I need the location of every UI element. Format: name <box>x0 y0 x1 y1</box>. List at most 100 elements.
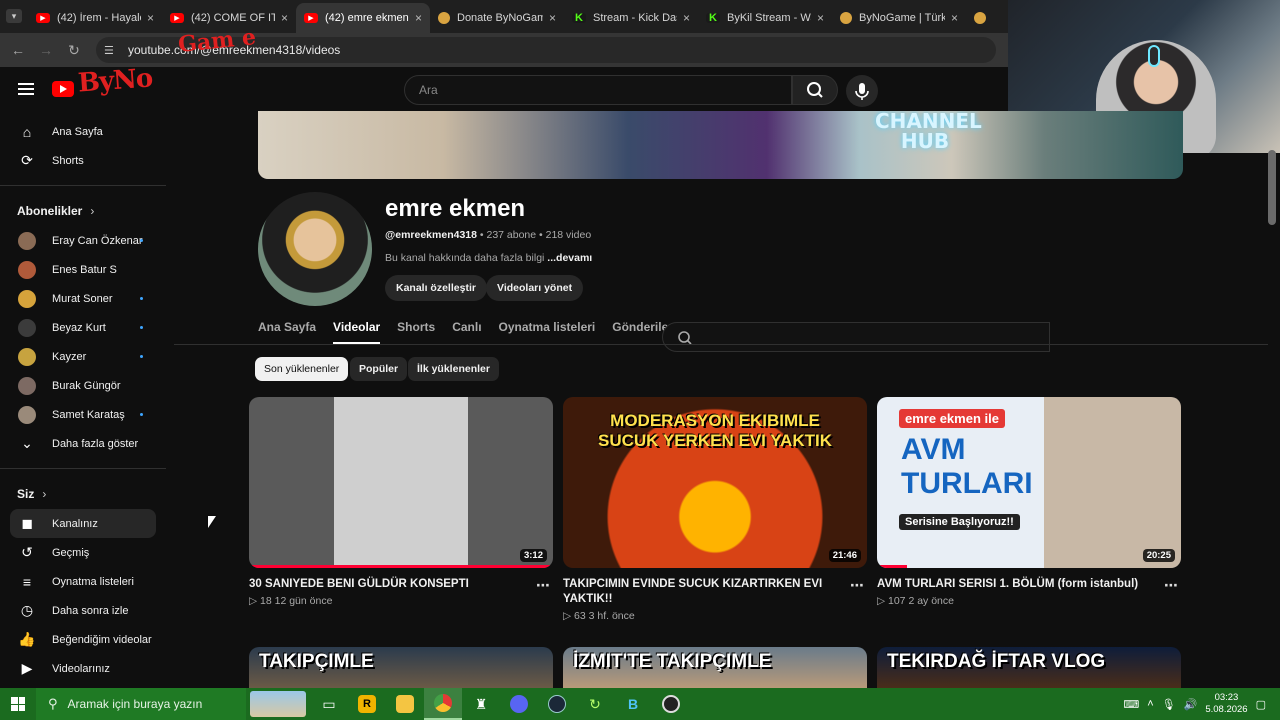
taskbar-search-input[interactable]: ⚲ Aramak için buraya yazın <box>36 688 246 720</box>
search-input[interactable]: Ara <box>404 75 792 105</box>
discord-icon[interactable] <box>500 688 538 720</box>
close-tab-icon[interactable]: × <box>951 11 958 25</box>
back-button[interactable]: ← <box>4 42 32 58</box>
sidebar-item-thumbs-up[interactable]: 👍 Beğendiğim videolar <box>0 625 166 654</box>
video-thumbnail[interactable]: İZMIT'TE TAKIPÇIMLE <box>563 647 867 688</box>
subscription-item[interactable]: Beyaz Kurt <box>0 313 166 342</box>
browser-tab[interactable]: ▶ (42) İrem - Hayale × <box>28 3 162 33</box>
thumbnail-subtitle: Serisine Başlıyoruz!! <box>899 514 1020 530</box>
video-title[interactable]: 30 SANIYEDE BENI GÜLDÜR KONSEPTI <box>249 577 519 592</box>
subscription-item[interactable]: Samet Karataş <box>0 400 166 429</box>
chrome-icon[interactable] <box>424 688 462 720</box>
close-tab-icon[interactable]: × <box>415 11 422 25</box>
start-button[interactable] <box>0 688 36 720</box>
clock[interactable]: 03:23 5.08.2026 <box>1205 692 1247 716</box>
subscription-label: Beyaz Kurt <box>52 321 106 334</box>
sidebar-item-home[interactable]: ⌂ Ana Sayfa <box>0 117 166 146</box>
more-actions-icon[interactable]: ⋯ <box>850 577 865 594</box>
browser-tab[interactable]: ByNoGame | Türk × <box>832 3 966 33</box>
subscription-label: Burak Güngör <box>52 379 121 392</box>
hamburger-menu-icon[interactable] <box>18 83 34 95</box>
file-explorer-icon[interactable] <box>386 688 424 720</box>
subscription-item[interactable]: Eray Can Özkenar <box>0 226 166 255</box>
new-content-dot <box>140 355 143 358</box>
voice-search-button[interactable] <box>846 75 878 107</box>
filter-chip[interactable]: Son yüklenenler <box>255 357 349 381</box>
video-title[interactable]: AVM TURLARI SERISI 1. BÖLÜM (form istanb… <box>877 577 1147 592</box>
video-thumbnail[interactable]: TAKIPÇIMLE <box>249 647 553 688</box>
cortana-building-icon[interactable] <box>246 688 310 720</box>
channel-tab[interactable]: Canlı <box>452 314 481 344</box>
close-tab-icon[interactable]: × <box>683 11 690 25</box>
url-field[interactable]: ☰ youtube.com/@emreekmen4318/videos <box>96 37 996 63</box>
site-settings-icon[interactable]: ☰ <box>104 44 120 57</box>
close-tab-icon[interactable]: × <box>549 11 556 25</box>
channel-description[interactable]: Bu kanal hakkında daha fazla bilgi ...de… <box>385 252 592 264</box>
video-title[interactable]: TAKIPCIMIN EVINDE SUCUK KIZARTIRKEN EVI … <box>563 577 833 607</box>
channel-tab[interactable]: Ana Sayfa <box>258 314 316 344</box>
video-thumbnail[interactable]: emre ekmen ile AVM TURLARI Serisine Başlıy… <box>877 397 1181 568</box>
sidebar-item-channel[interactable]: ◼ Kanalınız <box>10 509 156 538</box>
browser-tab[interactable]: K ByKil Stream - Wa × <box>698 3 832 33</box>
channel-search-button[interactable] <box>662 322 1050 352</box>
forward-button[interactable]: → <box>32 42 60 58</box>
subscription-item[interactable]: Enes Batur S <box>0 255 166 284</box>
volume-icon[interactable]: 🔊 <box>1184 698 1198 711</box>
sidebar-item-playlist[interactable]: ≡ Oynatma listeleri <box>0 567 166 596</box>
notifications-icon[interactable]: ▢ <box>1256 698 1266 711</box>
video-thumbnail[interactable]: 3:12 <box>249 397 553 568</box>
sidebar-item-clock[interactable]: ◷ Daha sonra izle <box>0 596 166 625</box>
sidebar-item-video[interactable]: ▶ Videolarınız <box>0 654 166 683</box>
video-card[interactable]: 3:12 30 SANIYEDE BENI GÜLDÜR KONSEPTI ▷ 18… <box>249 397 553 607</box>
thumbnail-caption: İZMIT'TE TAKIPÇIMLE <box>573 651 772 672</box>
microphone-icon[interactable]: 🎙 <box>1162 698 1176 711</box>
close-tab-icon[interactable]: × <box>817 11 824 25</box>
subscriptions-heading[interactable]: Abonelikler › <box>0 196 166 226</box>
battlenet-icon[interactable]: B <box>614 688 652 720</box>
video-card[interactable]: MODERASYON EKIBIMLE SUCUK YERKEN EVI YAK… <box>563 397 867 622</box>
channel-tab[interactable]: Oynatma listeleri <box>499 314 596 344</box>
chevron-up-icon[interactable]: ˄ <box>1147 698 1153 710</box>
obs-icon[interactable] <box>652 688 690 720</box>
rockstar-launcher-icon[interactable]: R <box>348 688 386 720</box>
task-view-icon[interactable]: ▭ <box>310 688 348 720</box>
sidebar-item-history[interactable]: ↺ Geçmiş <box>0 538 166 567</box>
chevron-right-icon: › <box>42 487 47 501</box>
video-thumbnail[interactable]: TEKIRDAĞ İFTAR VLOG <box>877 647 1181 688</box>
video-thumbnail[interactable]: MODERASYON EKIBIMLE SUCUK YERKEN EVI YAK… <box>563 397 867 568</box>
channel-tab[interactable]: Shorts <box>397 314 435 344</box>
page-scrollbar[interactable] <box>1268 150 1276 225</box>
search-button[interactable] <box>792 75 838 105</box>
more-actions-icon[interactable]: ⋯ <box>1164 577 1179 594</box>
browser-tab[interactable]: ▶ (42) emre ekmen × <box>296 3 430 33</box>
subscription-item[interactable]: Murat Soner <box>0 284 166 313</box>
subscription-item[interactable]: Burak Güngör <box>0 371 166 400</box>
filter-chip[interactable]: Popüler <box>350 357 408 381</box>
youtube-logo-icon[interactable] <box>52 81 74 97</box>
chevron-down-icon: ⌄ <box>21 435 33 451</box>
show-more-button[interactable]: ⌄ Daha fazla göster <box>0 429 166 458</box>
sidebar-item-shorts[interactable]: ⟳ Shorts <box>0 146 166 175</box>
reload-button[interactable]: ↻ <box>60 42 88 59</box>
browser-tab[interactable]: Do <box>966 3 1000 33</box>
game-app-icon[interactable]: ♜ <box>462 688 500 720</box>
browser-tab[interactable]: K Stream - Kick Das × <box>564 3 698 33</box>
manage-videos-button[interactable]: Videoları yönet <box>486 275 584 301</box>
thumbnail-caption: AVM TURLARI <box>901 433 1033 500</box>
customize-channel-button[interactable]: Kanalı özelleştir <box>385 275 487 301</box>
video-card[interactable]: emre ekmen ile AVM TURLARI Serisine Başlıy… <box>877 397 1181 607</box>
subscription-item[interactable]: Kayzer <box>0 342 166 371</box>
close-tab-icon[interactable]: × <box>281 11 288 25</box>
browser-tab[interactable]: ▶ (42) COME OF IT | × <box>162 3 296 33</box>
browser-tab[interactable]: Donate ByNoGam × <box>430 3 564 33</box>
channel-avatar[interactable] <box>258 192 372 306</box>
you-heading[interactable]: Siz › <box>0 479 166 509</box>
steam-icon[interactable] <box>538 688 576 720</box>
filter-chip[interactable]: İlk yüklenenler <box>408 357 499 381</box>
app-refresh-icon[interactable]: ↻ <box>576 688 614 720</box>
channel-tab[interactable]: Videolar <box>333 314 381 344</box>
close-tab-icon[interactable]: × <box>147 11 154 25</box>
keyboard-icon[interactable]: ⌨ <box>1123 698 1139 711</box>
more-actions-icon[interactable]: ⋯ <box>536 577 551 594</box>
tab-menu-button[interactable]: ▾ <box>6 9 22 23</box>
